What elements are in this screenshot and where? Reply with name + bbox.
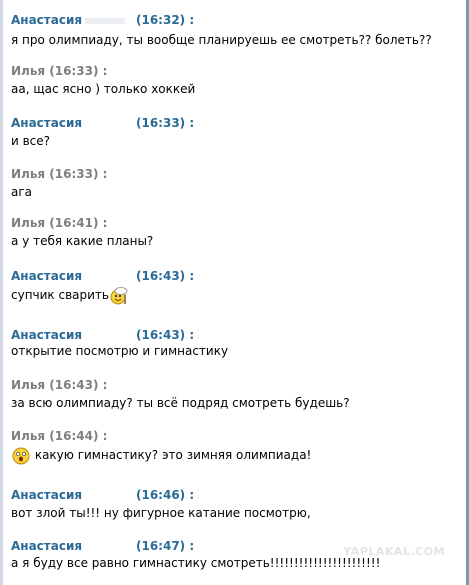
message-header: Анастасия (16:32) :: [11, 12, 461, 28]
watermark: YAPLAKAL.COM: [343, 545, 445, 558]
message-text: а у тебя какие планы?: [11, 234, 154, 248]
message-time: (16:32) :: [136, 13, 195, 27]
message-text: аа, щас ясно ) только хоккей: [11, 82, 196, 96]
message-text: открытие посмотрю и гимнастику: [11, 344, 229, 358]
message-header: Анастасия (16:33) :: [11, 115, 461, 131]
sender-name: Анастасия: [11, 539, 83, 553]
sender-name: Анастасия: [11, 328, 83, 342]
message-header: Анастасия (16:46) :: [11, 487, 461, 503]
message-header: Илья (16:44) :: [11, 428, 461, 444]
chat-message: Илья (16:33) : аа, щас ясно ) только хок…: [11, 63, 461, 97]
sender-name: Анастасия: [11, 13, 83, 27]
message-header: Илья (16:41) :: [11, 215, 461, 231]
message-text: и все?: [11, 134, 51, 148]
sender-name: Илья (16:44) :: [11, 429, 108, 443]
message-header: Илья (16:43) :: [11, 377, 461, 393]
sender-name: Илья (16:33) :: [11, 64, 108, 78]
message-time: (16:43) :: [136, 328, 195, 342]
message-time: (16:47) :: [136, 539, 195, 553]
shocked-smiley-icon: [12, 447, 30, 464]
message-text: за всю олимпиаду? ты всё подряд смотреть…: [11, 396, 350, 410]
message-text: я про олимпиаду, ты вообще планируешь ее…: [11, 33, 432, 47]
chat-message: Анастасия (16:43) : супчик сварить: [11, 268, 461, 306]
message-text-row: какую гимнастику? это зимняя олимпиада!: [11, 444, 461, 466]
message-header: Илья (16:33) :: [11, 63, 461, 79]
chat-message: Илья (16:44) : какую гимнастику? это зим…: [11, 428, 461, 466]
chat-message: Илья (16:41) : а у тебя какие планы?: [11, 215, 461, 249]
sender-name: Илья (16:33) :: [11, 167, 108, 181]
message-time: (16:43) :: [136, 269, 195, 283]
sender-name: Анастасия: [11, 269, 83, 283]
chat-message: Илья (16:33) : ага: [11, 166, 461, 200]
message-text: супчик сварить: [11, 288, 109, 302]
chat-message: Анастасия (16:46) : вот злой ты!!! ну фи…: [11, 487, 461, 521]
chat-message: Анастасия (16:33) : и все?: [11, 115, 461, 149]
sender-name: Илья (16:41) :: [11, 216, 108, 230]
chat-message: Илья (16:43) : за всю олимпиаду? ты всё …: [11, 377, 461, 411]
message-header: Анастасия (16:43) :: [11, 327, 461, 343]
message-time: (16:33) :: [136, 116, 195, 130]
message-text-row: супчик сварить: [11, 284, 461, 306]
message-header: Анастасия (16:43) :: [11, 268, 461, 284]
chat-message: Анастасия (16:32) : я про олимпиаду, ты …: [11, 12, 461, 48]
message-text: ага: [11, 185, 33, 199]
message-header: Илья (16:33) :: [11, 166, 461, 182]
sender-name: Анастасия: [11, 488, 83, 502]
message-text: какую гимнастику? это зимняя олимпиада!: [34, 448, 312, 462]
message-time: (16:46) :: [136, 488, 195, 502]
chef-smiley-icon: [110, 286, 128, 304]
redacted-mark: [85, 17, 126, 24]
sender-name: Илья (16:43) :: [11, 378, 108, 392]
message-text: вот злой ты!!! ну фигурное катание посмо…: [11, 506, 311, 520]
sender-name: Анастасия: [11, 116, 83, 130]
chat-message: Анастасия (16:43) : открытие посмотрю и …: [11, 327, 461, 359]
